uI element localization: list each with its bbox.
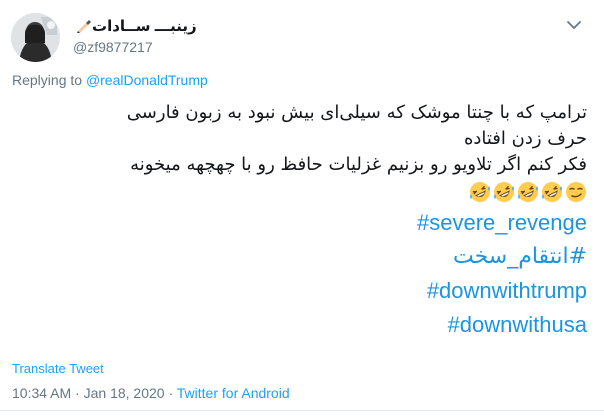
writing-hand-icon: [76, 18, 92, 34]
tweet-date[interactable]: Jan 18, 2020: [84, 385, 165, 401]
replying-to: Replying to @realDonaldTrump: [12, 72, 208, 88]
hashtag-link[interactable]: #انتقام_سخت: [27, 240, 587, 274]
tweet-line: فکر کنم اگر تلاویو رو بزنیم غزلیات حافظ …: [130, 154, 587, 175]
avatar-image: [11, 13, 60, 62]
hashtag-link[interactable]: #severe_revenge: [27, 206, 587, 240]
translate-tweet-link[interactable]: Translate Tweet: [12, 361, 104, 376]
rolling-on-floor-laughing-icon: [541, 181, 563, 203]
avatar[interactable]: [11, 13, 60, 62]
tweet-meta: 10:34 AM · Jan 18, 2020 · Twitter for An…: [12, 385, 290, 401]
tweet-text: ترامپ که با چنتا موشک که سیلی‌ای بیش نبو…: [27, 100, 587, 342]
tweet-card: زینبـــ ســادات @zf9877217 Replying to @…: [0, 0, 604, 419]
divider: [0, 410, 604, 411]
chevron-down-icon[interactable]: [565, 16, 583, 34]
tweet-line: حرف زدن افتاده: [463, 128, 587, 149]
rolling-on-floor-laughing-icon: [493, 181, 515, 203]
tweet-line: ترامپ که با چنتا موشک که سیلی‌ای بیش نبو…: [126, 102, 587, 123]
replying-to-label: Replying to: [12, 72, 83, 88]
smirking-face-icon: [565, 181, 587, 203]
display-name: زینبـــ ســادات: [92, 18, 197, 35]
rolling-on-floor-laughing-icon: [517, 181, 539, 203]
user-handle[interactable]: @zf9877217: [73, 39, 153, 55]
reply-mention-link[interactable]: @realDonaldTrump: [86, 72, 208, 88]
source-app-link[interactable]: Twitter for Android: [177, 385, 290, 401]
user-name-row[interactable]: زینبـــ ســادات: [72, 15, 197, 37]
hashtag-link[interactable]: #downwithtrump: [27, 274, 587, 308]
hashtag-link[interactable]: #downwithusa: [27, 308, 587, 342]
meta-separator: ·: [164, 385, 177, 401]
emoji-row: [27, 178, 587, 206]
tweet-time[interactable]: 10:34 AM: [12, 385, 71, 401]
meta-separator: ·: [71, 385, 84, 401]
rolling-on-floor-laughing-icon: [469, 181, 491, 203]
